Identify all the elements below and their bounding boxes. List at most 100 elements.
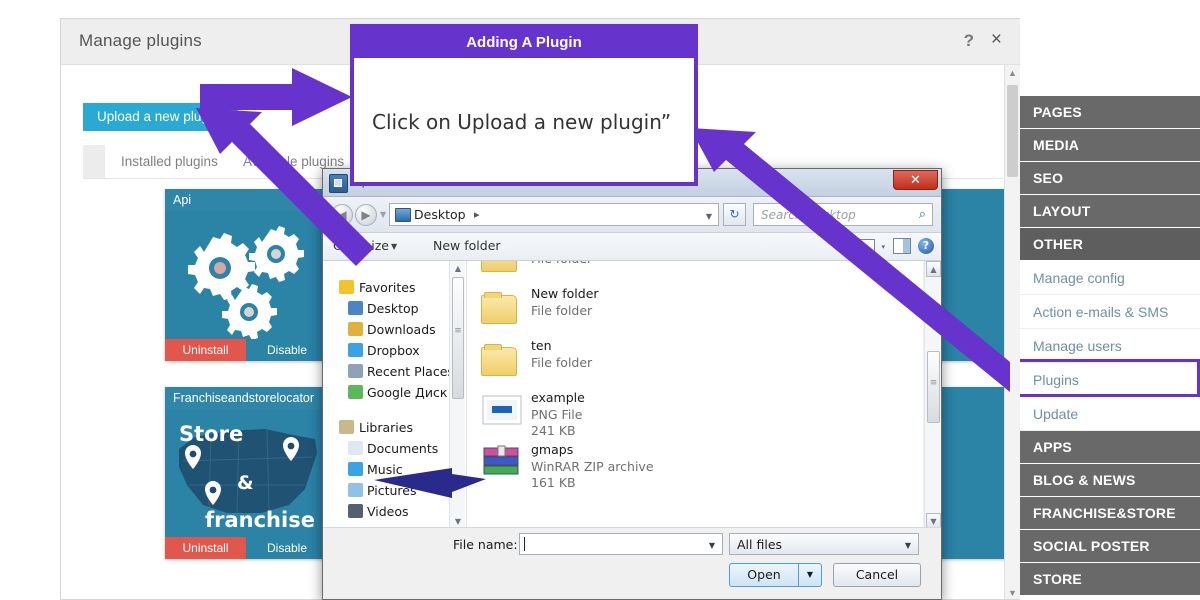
nav-pane-item-label: Recent Places <box>367 364 454 379</box>
nav-item-franchise-store[interactable]: FRANCHISE&STORE <box>1020 497 1200 530</box>
file-list-item[interactable]: File folder <box>467 261 923 283</box>
nav-pane-item-pictures[interactable]: Pictures <box>323 480 466 501</box>
file-list-item[interactable]: tenFile folder <box>467 335 923 387</box>
new-folder-button[interactable]: New folder <box>433 238 501 253</box>
nav-pane-item-label: Dropbox <box>367 343 420 358</box>
file-dialog-footer: File name: ▼ All files ▼ Open ▼ Cancel <box>323 527 941 599</box>
file-list-item[interactable]: gmapsWinRAR ZIP archive161 KB <box>467 439 923 491</box>
nav-item-layout[interactable]: LAYOUT <box>1020 195 1200 228</box>
nav-item-plugins[interactable]: Plugins <box>1020 363 1200 397</box>
downloads-icon <box>348 322 363 336</box>
pictures-icon <box>348 483 363 497</box>
nav-pane-item-videos[interactable]: Videos <box>323 501 466 522</box>
nav-item-store[interactable]: STORE <box>1020 563 1200 596</box>
file-list-item[interactable]: examplePNG File241 KB <box>467 387 923 439</box>
uninstall-button[interactable]: Uninstall <box>165 339 246 361</box>
help-icon[interactable]: ? <box>964 31 974 51</box>
forward-icon[interactable]: ▶ <box>355 204 377 226</box>
app-icon <box>329 174 348 193</box>
desktop-icon <box>348 301 363 315</box>
file-type: WinRAR ZIP archive <box>531 459 654 474</box>
history-dropdown-icon[interactable]: ▼ <box>380 210 386 219</box>
nav-pane-item-label: Pictures <box>367 483 417 498</box>
file-name: New folder <box>531 286 599 301</box>
nav-pane-item-recent-places[interactable]: Recent Places <box>323 361 466 382</box>
file-type-filter-select[interactable]: All files ▼ <box>729 533 919 555</box>
file-list-item[interactable]: New folderFile folder <box>467 283 923 335</box>
nav-pane-item-desktop[interactable]: Desktop <box>323 298 466 319</box>
nav-item-manage-config[interactable]: Manage config <box>1020 261 1200 295</box>
nav-pane-group-favorites[interactable]: Favorites <box>323 277 466 298</box>
nav-pane-group-libraries[interactable]: Libraries <box>323 417 466 438</box>
plugin-card-franchise[interactable]: Franchiseandstorelocator Store & franchi… <box>165 387 328 559</box>
uninstall-button[interactable]: Uninstall <box>165 537 246 559</box>
nav-item-action-e-mails-sms[interactable]: Action e-mails & SMS <box>1020 295 1200 329</box>
gears-icon <box>165 211 328 339</box>
file-list: File folderNew folderFile foldertenFile … <box>467 261 923 529</box>
nav-pane-item-dropbox[interactable]: Dropbox <box>323 340 466 361</box>
disable-button[interactable]: Disable <box>246 339 328 361</box>
admin-window-scrollbar[interactable]: ▲ ▼ <box>1004 65 1020 600</box>
scroll-up-arrow[interactable]: ▲ <box>926 261 941 277</box>
callout-body: Click on Upload a new plugin” <box>354 58 694 186</box>
scroll-up-arrow[interactable]: ▲ <box>451 261 465 276</box>
admin-right-nav: PAGESMEDIASEOLAYOUTOTHERManage configAct… <box>1020 0 1200 600</box>
close-icon[interactable]: × <box>991 30 1002 49</box>
scrollbar-thumb[interactable] <box>452 277 464 399</box>
organize-button[interactable]: Organize <box>333 238 389 253</box>
star-icon <box>339 280 354 294</box>
help-icon[interactable]: ? <box>918 238 934 254</box>
back-icon[interactable]: ◀ <box>331 204 353 226</box>
nav-item-blog-news[interactable]: BLOG & NEWS <box>1020 464 1200 497</box>
nav-item-pages[interactable]: PAGES <box>1020 96 1200 129</box>
upload-new-plugin-button[interactable]: Upload a new plugin <box>83 103 238 131</box>
file-name-input[interactable]: ▼ <box>519 533 723 555</box>
chevron-down-icon[interactable]: ▼ <box>706 212 712 221</box>
dropbox-icon <box>348 343 363 357</box>
scroll-up-arrow[interactable]: ▲ <box>1005 65 1020 81</box>
nav-pane-scrollbar[interactable]: ▲ ▼ <box>449 261 465 529</box>
folder-icon <box>481 261 523 273</box>
music-icon <box>348 462 363 476</box>
tab-installed-plugins[interactable]: Installed plugins <box>121 145 218 178</box>
file-list-scrollbar[interactable]: ▲ ▼ <box>924 261 941 529</box>
nav-pane-item-music[interactable]: Music <box>323 459 466 480</box>
view-mode-icon[interactable] <box>860 239 875 254</box>
nav-pane-item-google-диск[interactable]: Google Диск <box>323 382 466 403</box>
open-button[interactable]: Open <box>729 563 799 587</box>
nav-item-update[interactable]: Update <box>1020 397 1200 431</box>
nav-pane-item-documents[interactable]: Documents <box>323 438 466 459</box>
nav-item-seo[interactable]: SEO <box>1020 162 1200 195</box>
close-icon[interactable]: ✕ <box>893 170 938 190</box>
chevron-down-icon[interactable]: ▾ <box>881 243 885 251</box>
refresh-icon[interactable]: ↻ <box>723 203 746 226</box>
nav-top-spacer <box>1020 0 1200 96</box>
nav-pane-gap <box>323 403 466 417</box>
preview-pane-icon[interactable] <box>893 238 911 254</box>
cancel-button[interactable]: Cancel <box>833 563 921 587</box>
chevron-down-icon: ▼ <box>905 541 911 550</box>
nav-item-manage-users[interactable]: Manage users <box>1020 329 1200 363</box>
nav-item-media[interactable]: MEDIA <box>1020 129 1200 162</box>
open-split-dropdown-icon[interactable]: ▼ <box>799 563 822 587</box>
nav-item-other[interactable]: OTHER <box>1020 228 1200 261</box>
open-file-dialog: Open ✕ ◀ ▶ ▼ Desktop ▸ ▼ ↻ Search Deskto… <box>322 168 942 600</box>
scrollbar-thumb[interactable] <box>927 351 940 423</box>
plugin-card-actions: Uninstall Disable <box>165 339 328 361</box>
chevron-down-icon[interactable]: ▼ <box>391 242 397 251</box>
scrollbar-thumb[interactable] <box>1007 85 1018 177</box>
chevron-down-icon[interactable]: ▼ <box>709 541 715 550</box>
address-bar-input[interactable]: Desktop ▸ ▼ <box>389 203 719 226</box>
file-size: 241 KB <box>531 423 576 438</box>
search-input[interactable]: Search Desktop ⌕ <box>753 203 933 226</box>
plugin-card-api[interactable]: Api Uninstall <box>165 189 328 361</box>
nav-item-social-poster[interactable]: SOCIAL POSTER <box>1020 530 1200 563</box>
nav-pane-item-label: Documents <box>367 441 438 456</box>
nav-pane-item-downloads[interactable]: Downloads <box>323 319 466 340</box>
callout-title: Adding A Plugin <box>354 28 694 58</box>
nav-item-apps[interactable]: APPS <box>1020 431 1200 464</box>
nav-pane-group-label: Favorites <box>359 280 415 295</box>
scroll-down-arrow[interactable]: ▼ <box>1005 585 1020 600</box>
disable-button[interactable]: Disable <box>246 537 328 559</box>
folder-icon <box>481 341 523 377</box>
